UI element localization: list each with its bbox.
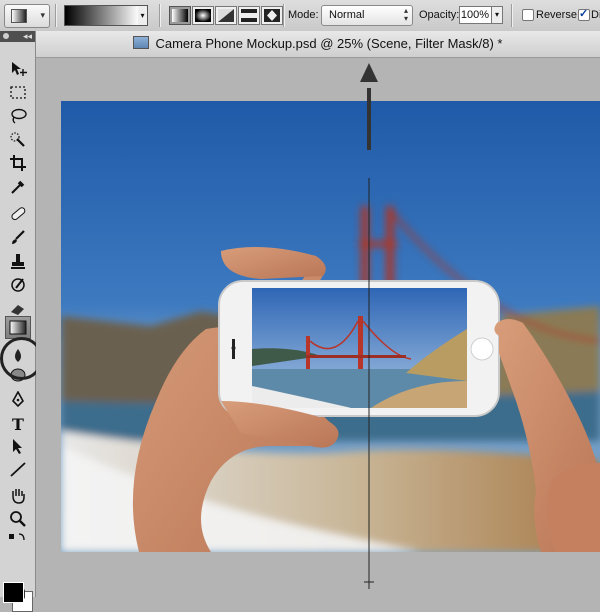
mode-select[interactable]: Normal ▴ ▾ [321, 5, 413, 26]
history-brush-icon [11, 278, 25, 292]
move-tool[interactable] [6, 58, 30, 79]
gradient-preset-icon [11, 9, 27, 23]
lasso-tool[interactable] [6, 105, 30, 126]
tool-preset-picker[interactable]: ▾ [4, 4, 50, 28]
divider [511, 4, 513, 27]
reflected-gradient-icon [241, 9, 257, 22]
brush-icon [12, 230, 25, 244]
gradient-tool-icon [9, 320, 27, 335]
bandage-icon [11, 207, 26, 221]
foreground-color-swatch[interactable] [3, 582, 24, 603]
crop-tool[interactable] [6, 152, 30, 173]
mode-label: Mode: [288, 9, 319, 21]
opacity-input[interactable]: 100% [459, 6, 492, 24]
tools-panel-header: ◂◂ [0, 31, 35, 42]
opacity-slider-dropdown[interactable]: ▾ [491, 6, 503, 24]
marquee-icon [10, 86, 26, 99]
divider [283, 4, 285, 27]
gradient-guide-overlay [360, 63, 378, 589]
history-brush-tool[interactable] [6, 274, 30, 295]
magnifier-icon [10, 511, 26, 527]
opacity-label: Opacity: [419, 9, 460, 21]
dither-label: Di [591, 9, 600, 21]
chevron-down-icon: ▾ [40, 10, 45, 20]
healing-brush-tool[interactable] [6, 203, 30, 224]
stamp-icon [11, 254, 25, 269]
line-tool[interactable] [6, 459, 30, 480]
radial-gradient-button[interactable] [192, 6, 214, 25]
radial-gradient-icon [195, 9, 211, 22]
hand-tool[interactable] [6, 485, 30, 506]
crop-icon [10, 155, 26, 171]
mode-value: Normal [329, 9, 365, 21]
diamond-gradient-icon [264, 9, 280, 22]
options-bar: ▾ ▾ Mode: Normal ▴ ▾ Opacity: 100% ▾ Reve… [0, 0, 600, 32]
move-icon [12, 62, 27, 76]
swap-arrow-icon [9, 533, 25, 541]
document-tab[interactable]: Camera Phone Mockup.psd @ 25% (Scene, Fi… [36, 31, 600, 58]
marquee-tool[interactable] [6, 82, 30, 103]
svg-text:T: T [12, 415, 24, 432]
image-file-icon [133, 36, 150, 49]
type-icon: T [12, 415, 24, 432]
gradient-tool[interactable] [5, 316, 31, 339]
angle-gradient-button[interactable] [215, 6, 237, 25]
updown-arrows-icon: ▴ ▾ [403, 6, 408, 23]
canvas-area[interactable] [36, 58, 600, 597]
linear-gradient-icon [172, 9, 188, 22]
eyedropper-tool[interactable] [6, 176, 30, 197]
angle-gradient-icon [218, 9, 234, 22]
brush-tool[interactable] [6, 227, 30, 248]
divider [55, 4, 57, 27]
tools-panel: ◂◂ T [0, 31, 43, 612]
document-title: Camera Phone Mockup.psd @ 25% (Scene, Fi… [155, 36, 503, 51]
reverse-checkbox[interactable] [522, 9, 534, 21]
quick-selection-icon [10, 132, 25, 147]
divider [159, 4, 161, 27]
swap-colors-button[interactable] [6, 530, 30, 544]
arrow-pointer-icon [13, 439, 22, 454]
zoom-tool[interactable] [6, 508, 30, 529]
quick-selection-tool[interactable] [6, 129, 30, 150]
gradient-picker-dropdown[interactable]: ▾ [138, 5, 148, 26]
path-selection-tool[interactable] [6, 436, 30, 457]
eyedropper-icon [11, 180, 25, 194]
reflected-gradient-button[interactable] [238, 6, 260, 25]
type-tool[interactable]: T [6, 413, 30, 434]
collapse-icon[interactable]: ◂◂ [23, 31, 32, 42]
linear-gradient-button[interactable] [169, 6, 191, 25]
arrow-up-icon [360, 63, 378, 82]
pen-icon [12, 391, 24, 408]
clone-stamp-tool[interactable] [6, 251, 30, 272]
lasso-icon [11, 108, 27, 124]
close-icon[interactable] [3, 33, 9, 39]
hand-icon [12, 489, 25, 504]
dither-checkbox[interactable] [578, 7, 590, 21]
eraser-icon [11, 305, 24, 315]
gradient-editor-swatch[interactable] [64, 5, 140, 26]
reverse-label: Reverse [536, 9, 577, 21]
diamond-gradient-button[interactable] [261, 6, 283, 25]
pen-tool[interactable] [6, 389, 30, 410]
line-icon [10, 462, 26, 477]
